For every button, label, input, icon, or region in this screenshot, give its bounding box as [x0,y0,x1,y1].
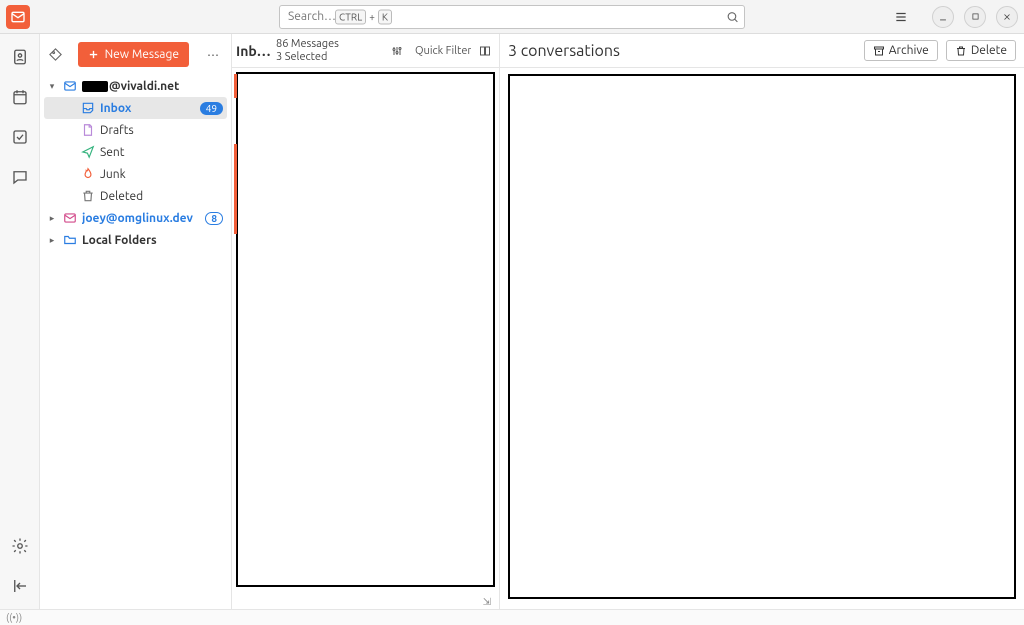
reading-header: 3 conversations Archive Delete [500,34,1024,68]
unread-badge: 49 [200,102,223,115]
chevron-right-icon[interactable]: ▸ [46,213,58,224]
mail-account-icon [62,211,78,225]
app-icon [6,5,30,29]
account-label: Local Folders [82,234,223,247]
new-message-button[interactable]: New Message [78,42,189,67]
folder-label: Deleted [100,190,223,203]
junk-icon [80,167,96,181]
activity-bar [0,34,40,609]
message-body[interactable] [508,74,1016,599]
trash-icon [80,189,96,203]
account-label: @vivaldi.net [82,80,223,93]
account-row-vivaldi[interactable]: ▾ @vivaldi.net [44,75,227,97]
drafts-icon [80,123,96,137]
folder-label: Sent [100,146,223,159]
chevron-down-icon[interactable]: ▾ [46,81,58,92]
reading-pane: 3 conversations Archive Delete [500,34,1024,609]
status-bar: ((•)) [0,609,1024,625]
minimize-button[interactable] [932,6,954,28]
folder-junk[interactable]: Junk [44,163,227,185]
title-bar: CTRL + K [0,0,1024,34]
message-list-header: Inbox 86 Messages 3 Selected Quick Filte… [232,34,499,68]
maximize-button[interactable] [964,6,986,28]
sent-icon [80,145,96,159]
folder-sidebar: New Message ⋯ ▾ @vivaldi.net Inbox 49 [40,34,232,609]
window-controls [890,6,1018,28]
search-icon[interactable] [726,10,739,23]
list-layout-button[interactable] [475,42,495,60]
inbox-icon [80,101,96,115]
message-list-pane: Inbox 86 Messages 3 Selected Quick Filte… [232,34,500,609]
global-search: CTRL + K [279,5,745,29]
sidebar-more-button[interactable]: ⋯ [203,44,223,66]
folder-drafts[interactable]: Drafts [44,119,227,141]
tasks-icon[interactable] [7,124,33,150]
main-content: New Message ⋯ ▾ @vivaldi.net Inbox 49 [0,34,1024,609]
account-row-local[interactable]: ▸ Local Folders [44,229,227,251]
folder-title: Inbox [236,43,272,59]
archive-button[interactable]: Archive [864,40,938,61]
tag-icon[interactable] [48,47,63,62]
folder-sent[interactable]: Sent [44,141,227,163]
message-list[interactable] [236,72,495,587]
new-message-label: New Message [105,48,179,61]
app-menu-button[interactable] [890,6,912,28]
account-row-omglinux[interactable]: ▸ joey@omglinux.dev 8 [44,207,227,229]
folder-icon [62,233,78,247]
message-list-resize-handle[interactable]: ⇲ [232,595,499,609]
display-options-button[interactable] [387,42,407,60]
unread-badge: 8 [205,212,223,225]
folder-label: Inbox [100,102,196,115]
account-label: joey@omglinux.dev [82,212,201,225]
delete-button[interactable]: Delete [946,40,1016,61]
calendar-icon[interactable] [7,84,33,110]
conversation-title: 3 conversations [508,42,856,60]
folder-deleted[interactable]: Deleted [44,185,227,207]
settings-icon[interactable] [7,533,33,559]
folder-inbox[interactable]: Inbox 49 [44,97,227,119]
address-book-icon[interactable] [7,44,33,70]
close-button[interactable] [996,6,1018,28]
activity-indicator-icon: ((•)) [6,612,22,623]
folder-label: Drafts [100,124,223,137]
quick-filter-button[interactable]: Quick Filter [411,42,471,60]
mail-account-icon [62,79,78,93]
folder-tree: ▾ @vivaldi.net Inbox 49 [40,73,231,253]
folder-label: Junk [100,168,223,181]
collapse-sidebar-icon[interactable] [7,573,33,599]
chevron-right-icon[interactable]: ▸ [46,235,58,246]
message-counts: 86 Messages 3 Selected [276,38,383,64]
search-shortcut-hint: CTRL + K [335,9,392,24]
chat-icon[interactable] [7,164,33,190]
